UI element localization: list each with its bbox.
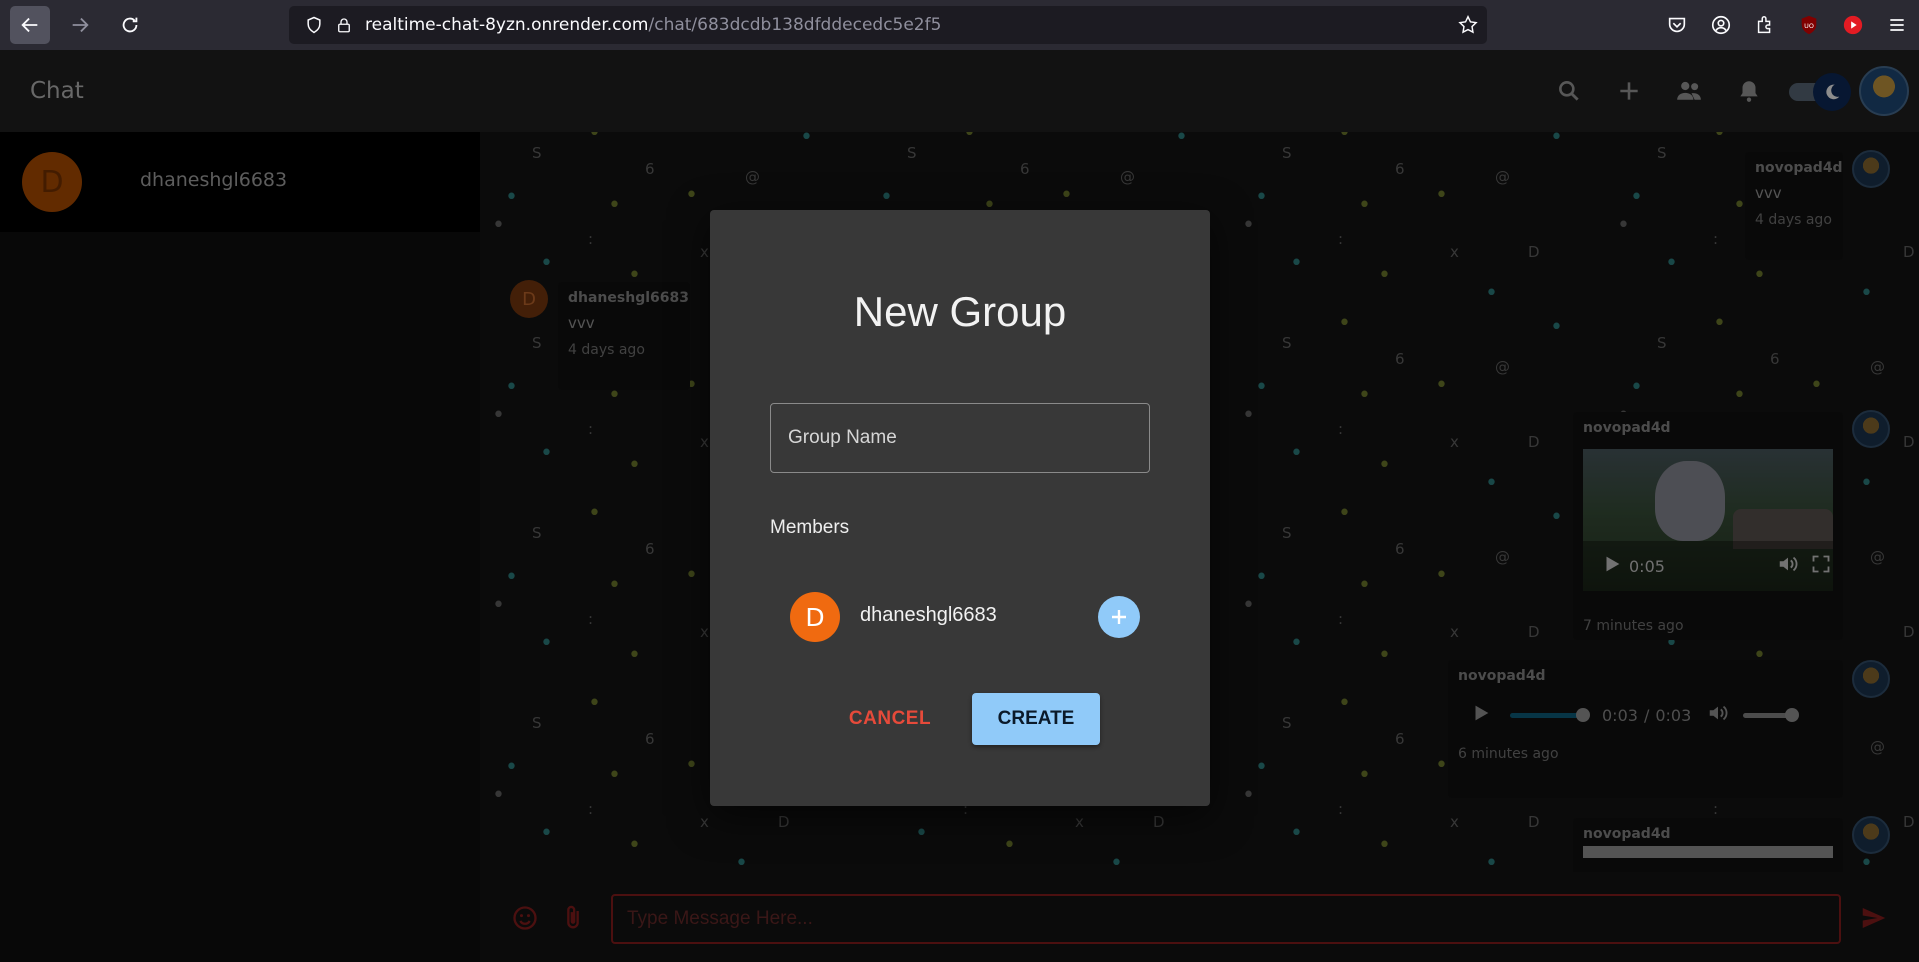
star-icon[interactable]: [1457, 14, 1479, 40]
pocket-icon[interactable]: [1655, 0, 1699, 50]
svg-text:UO: UO: [1804, 22, 1814, 30]
youtube-icon[interactable]: [1831, 0, 1875, 50]
forward-arrow-icon: [72, 17, 89, 33]
url-path: /chat/683dcdb138dfddecedc5e2f5: [648, 15, 942, 35]
plus-icon: [1112, 610, 1126, 624]
shield-icon[interactable]: [303, 14, 325, 36]
members-label: Members: [770, 517, 850, 538]
back-button[interactable]: [10, 6, 50, 44]
reload-icon: [122, 17, 138, 33]
cancel-button[interactable]: CANCEL: [820, 693, 960, 745]
extensions-icon[interactable]: [1743, 0, 1787, 50]
lock-icon[interactable]: [333, 14, 355, 36]
account-icon[interactable]: [1699, 0, 1743, 50]
member-item: D dhaneshgl6683: [790, 592, 1140, 642]
create-button[interactable]: CREATE: [972, 693, 1100, 745]
reload-button[interactable]: [110, 6, 150, 44]
browser-toolbar: realtime-chat-8yzn.onrender.com/chat/683…: [0, 0, 1919, 50]
forward-button[interactable]: [60, 6, 100, 44]
new-group-dialog: New Group Members D dhaneshgl6683 CANCEL…: [710, 210, 1210, 806]
member-avatar: D: [790, 592, 840, 642]
browser-extensions: UO: [1655, 0, 1919, 50]
group-name-input[interactable]: [770, 403, 1150, 473]
back-arrow-icon: [21, 17, 38, 33]
url-host: realtime-chat-8yzn.onrender.com: [365, 15, 649, 35]
ublock-icon[interactable]: UO: [1787, 0, 1831, 50]
url-bar[interactable]: realtime-chat-8yzn.onrender.com/chat/683…: [289, 6, 1487, 44]
member-name: dhaneshgl6683: [860, 604, 997, 626]
dialog-title: New Group: [853, 288, 1067, 335]
menu-icon[interactable]: [1875, 0, 1919, 50]
add-member-button[interactable]: [1098, 596, 1140, 638]
